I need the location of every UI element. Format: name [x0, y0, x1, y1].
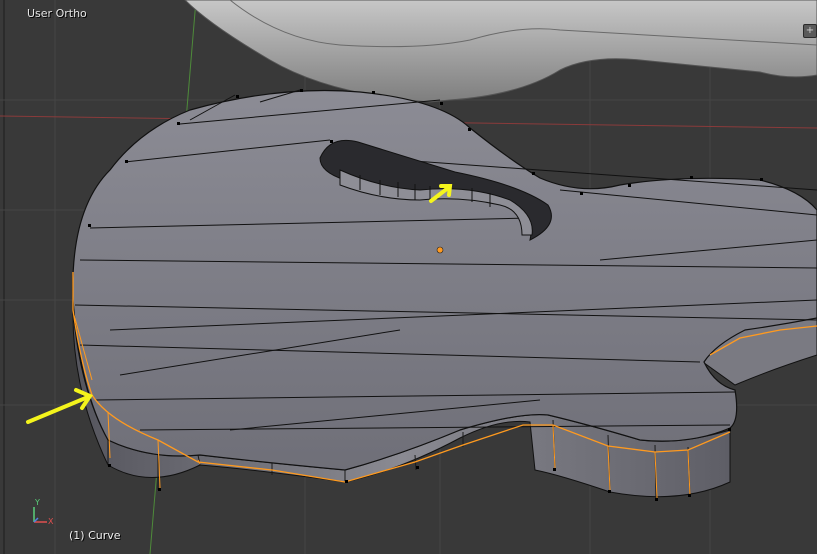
gizmo-x-label: X — [48, 517, 54, 526]
annotation-arrow-icon — [26, 388, 93, 424]
gizmo-y-label: Y — [34, 498, 40, 507]
view-toggle-icon[interactable]: + — [803, 24, 817, 38]
view-name-label: User Ortho — [27, 7, 87, 20]
scene-canvas[interactable]: Y X — [0, 0, 817, 554]
3d-viewport[interactable]: Y X User Ortho + (1) Curve — [0, 0, 817, 554]
axes-gizmo-icon: Y X — [33, 498, 54, 526]
background-mesh[interactable] — [184, 0, 817, 103]
guitar-top-face[interactable] — [72, 89, 817, 471]
object-origin-icon[interactable] — [436, 246, 444, 254]
active-object-label: (1) Curve — [69, 529, 121, 542]
